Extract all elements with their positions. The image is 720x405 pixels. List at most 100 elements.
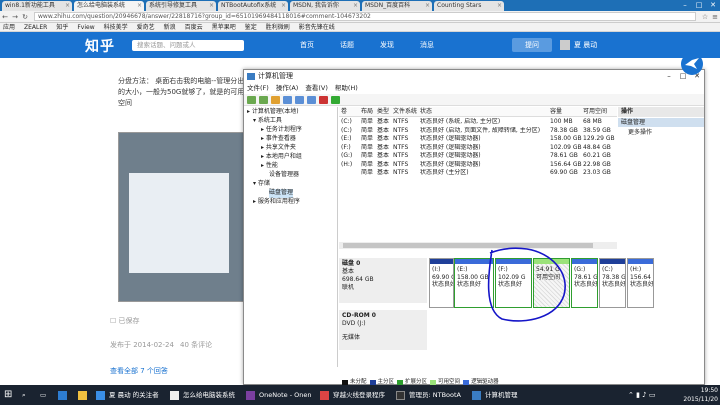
bookmark-item[interactable]: 爱奇艺 [137,23,155,31]
bookmark-item[interactable]: 影音先锋在线 [299,23,335,31]
ask-button[interactable]: 提问 [512,38,552,52]
menu-action[interactable]: 操作(A) [276,83,299,94]
tree-item-event-viewer[interactable]: ▸ 事件查看器 [261,135,296,144]
actions-section[interactable]: 磁盘管理 [618,118,704,127]
volume-row[interactable]: (G:) 简单 基本 NTFS 状态良好 (逻辑驱动器) 78.61 GB 60.21 GB [339,152,617,161]
help-icon[interactable] [295,95,304,104]
taskbar-item-active[interactable]: 计算机管理 [472,385,518,405]
browser-tab[interactable]: win8.1新功能工具 × [2,1,72,11]
minimize-icon[interactable]: – [662,70,676,83]
close-icon[interactable]: × [353,1,358,11]
bookmark-item[interactable]: 百度云 [185,23,203,31]
folder-icon[interactable] [271,95,280,104]
zhihu-logo[interactable]: 知乎 [85,36,115,56]
browser-tab-active[interactable]: 怎么给电脑装系统 × [74,1,144,11]
nav-home[interactable]: 首页 [300,40,314,51]
close-icon[interactable]: × [209,1,214,11]
taskbar-item[interactable]: OneNote - Onen [246,385,311,405]
bookmark-item[interactable]: Fview [77,23,94,31]
close-icon[interactable]: × [425,1,430,11]
col-free-space[interactable]: 可用空间 [583,107,607,117]
volume-row[interactable]: 简单 基本 NTFS 状态良好 (主分区) 69.90 GB 23.03 GB [339,169,617,178]
minimize-icon[interactable]: – [678,0,692,11]
col-status[interactable]: 状态 [420,107,432,117]
comments-link[interactable]: 40 条评论 [180,340,212,350]
bookmark-item[interactable]: 黑苹果吧 [212,23,236,31]
menu-file[interactable]: 文件(F) [247,83,269,94]
delete-icon[interactable] [319,95,328,104]
menu-icon[interactable]: ≡ [710,13,720,21]
taskbar-item[interactable]: 怎么给电脑装系统 [170,385,235,405]
start-button[interactable]: ⊞ [4,385,12,405]
close-icon[interactable]: × [65,1,70,11]
volume-row[interactable]: (E:) 简单 基本 NTFS 状态良好 (逻辑驱动器) 158.00 GB 129.29 … [339,135,617,144]
volume-row[interactable]: (F:) 简单 基本 NTFS 状态良好 (逻辑驱动器) 102.09 GB 48.84 G… [339,144,617,153]
back-icon[interactable] [247,95,256,104]
bookmark-item[interactable]: ZEALER [24,23,47,31]
col-type[interactable]: 类型 [377,107,389,117]
tree-item-local-users[interactable]: ▸ 本地用户和组 [261,153,302,162]
tree-item-system-tools[interactable]: ▾ 系统工具 [253,117,282,126]
taskbar-item[interactable]: 夏 晨动 的关注者 [96,385,159,405]
view-icon[interactable] [307,95,316,104]
col-capacity[interactable]: 容量 [550,107,562,117]
url-input[interactable]: www.zhihu.com/question/20946678/answer/2… [34,12,696,21]
close-icon[interactable]: ✕ [706,0,720,11]
taskbar-item[interactable]: 管理员: NTBootA [396,385,461,405]
volume-row[interactable]: (C:) 简单 基本 NTFS 状态良好 (启动, 页面文件, 故障转储, 主分区) 78… [339,127,617,136]
star-icon[interactable]: ☆ [700,13,710,21]
search-input[interactable]: 搜索话题、问题或人 [132,40,244,51]
bookmark-item[interactable]: 新浪 [164,23,176,31]
nav-messages[interactable]: 消息 [420,40,434,51]
clock[interactable]: 19:50 2015/11/20 [680,386,718,404]
close-icon[interactable]: × [281,1,286,11]
col-volume[interactable]: 卷 [341,107,347,117]
partition-block[interactable]: (G:) 78.61 G 状态良好 [571,258,598,308]
tree-item-storage[interactable]: ▾ 存储 [253,180,270,189]
tray-icons[interactable]: ⌃ ▮ ♪ ▭ [628,385,655,405]
tree-item-task-scheduler[interactable]: ▸ 任务计划程序 [261,126,302,135]
bookmark-item[interactable]: 知乎 [56,23,68,31]
view-all-answers-link[interactable]: 查看全部 7 个回答 [110,366,168,376]
maximize-icon[interactable]: □ [692,0,706,11]
user-menu[interactable]: 夏 晨动 [560,38,597,52]
browser-tab[interactable]: NTBootAutofix系统 × [218,1,288,11]
browser-tab[interactable]: MSDN_百度百科 × [362,1,432,11]
browser-tab[interactable]: MSDN, 我告诉你 × [290,1,360,11]
close-icon[interactable]: × [137,1,142,11]
back-icon[interactable]: ← [0,13,10,21]
nav-topics[interactable]: 话题 [340,40,354,51]
volume-row[interactable]: (C:) 简单 基本 NTFS 状态良好 (系统, 启动, 主分区) 100 MB 68 M… [339,118,617,127]
tree-item-services[interactable]: ▸ 服务和应用程序 [253,198,300,207]
bookmark-item[interactable]: 鉴定 [245,23,257,31]
menu-help[interactable]: 帮助(H) [335,83,358,94]
bookmark-item[interactable]: 胜利微刷 [266,23,290,31]
check-icon[interactable] [331,95,340,104]
forward-icon[interactable]: → [10,13,20,21]
task-view-icon[interactable]: ▭ [40,385,46,405]
edge-icon[interactable] [58,385,71,405]
forward-icon[interactable] [259,95,268,104]
reload-icon[interactable]: ↻ [20,13,30,21]
partition-block[interactable]: (I:) 69.90 G 状态良好 [429,258,454,308]
taskbar-item[interactable]: 穿越火线登录程序 [320,385,385,405]
close-icon[interactable]: × [497,1,502,11]
browser-tab[interactable]: Counting Stars × [434,1,504,11]
tree-item-device-manager[interactable]: 设备管理器 [269,171,299,180]
explorer-icon[interactable] [78,385,91,405]
browser-tab[interactable]: 系统引导修复工具 × [146,1,216,11]
tree-item-performance[interactable]: ▸ 性能 [261,162,278,171]
bookmark-item[interactable]: 科技美学 [104,23,128,31]
properties-icon[interactable] [283,95,292,104]
volume-row[interactable]: (H:) 简单 基本 NTFS 状态良好 (逻辑驱动器) 156.64 GB 22.98 G… [339,161,617,170]
search-icon[interactable]: ⌕ [22,385,26,405]
more-actions-link[interactable]: 更多操作 [628,128,652,137]
col-layout[interactable]: 布局 [361,107,373,117]
tree-item-root[interactable]: ▸ 计算机管理(本地) [247,108,299,117]
col-filesystem[interactable]: 文件系统 [393,107,417,117]
tree-item-shared-folders[interactable]: ▸ 共享文件夹 [261,144,296,153]
nav-discover[interactable]: 发现 [380,40,394,51]
menu-view[interactable]: 查看(V) [305,83,328,94]
bookmark-item[interactable]: 应用 [3,23,15,31]
horizontal-scrollbar[interactable] [339,242,617,249]
